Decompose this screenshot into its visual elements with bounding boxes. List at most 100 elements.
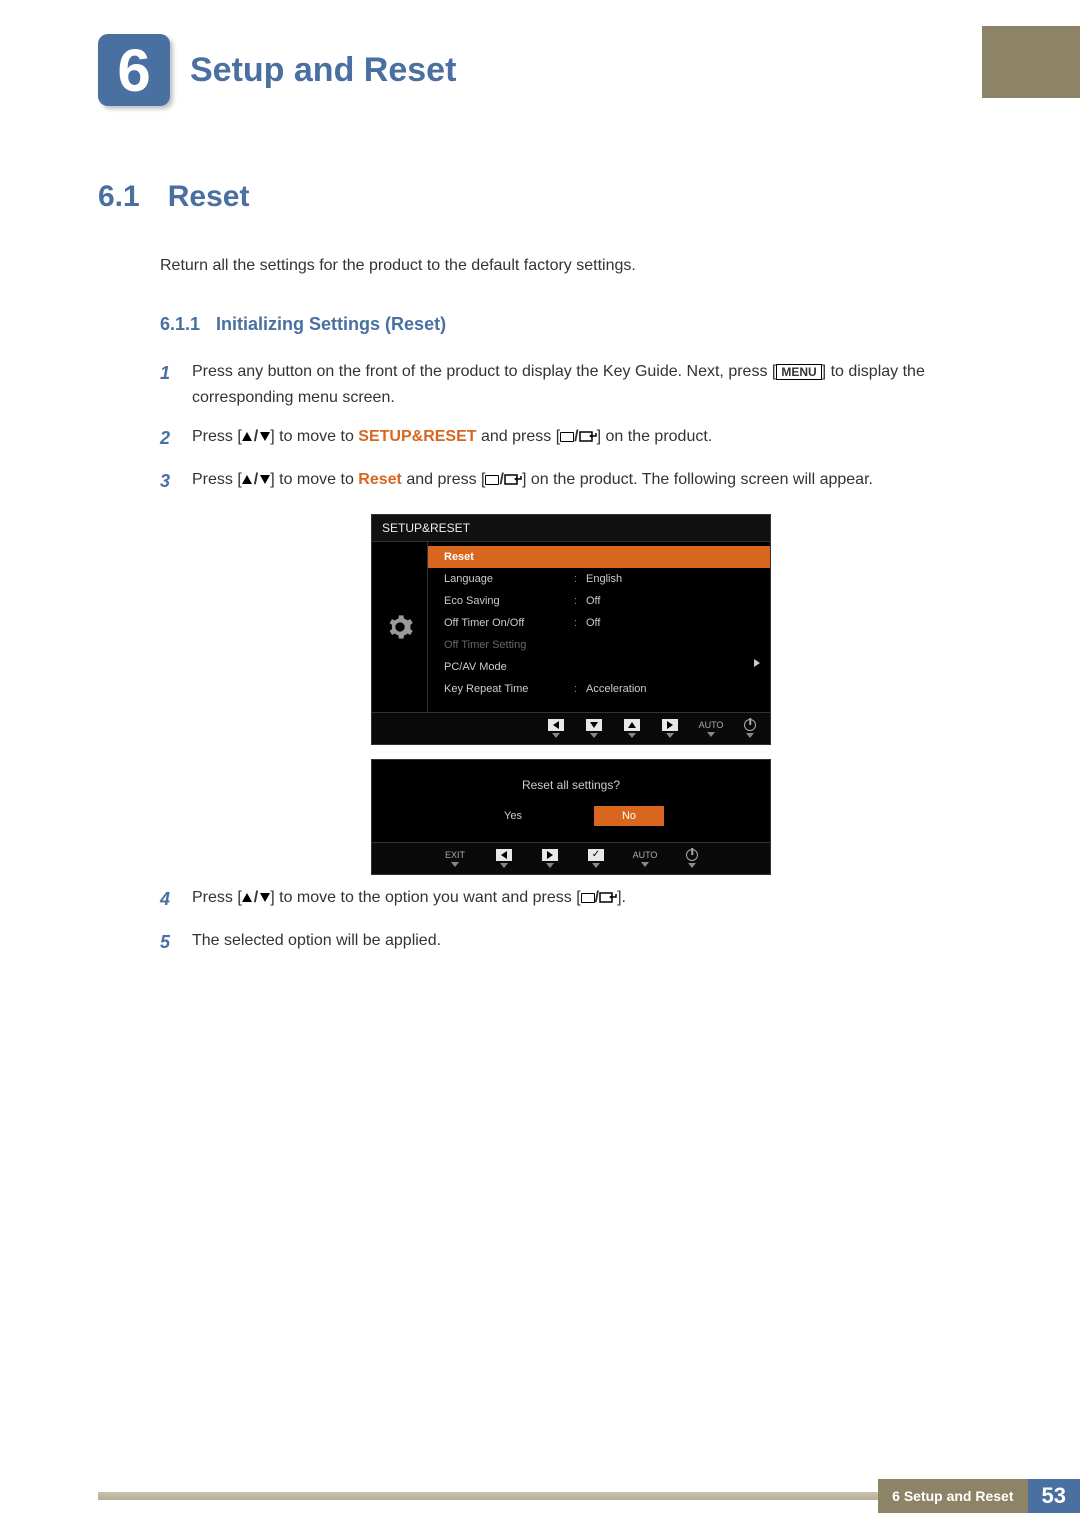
osd-menu: Reset Language : English Eco Saving : Of… xyxy=(428,542,770,712)
up-down-arrows-icon: / xyxy=(242,424,270,450)
osd-item-label: Off Timer Setting xyxy=(444,639,574,651)
text-fragment: and press [ xyxy=(402,471,486,488)
step-number: 5 xyxy=(160,928,176,957)
dialog-no-button: No xyxy=(594,806,664,826)
step-number: 3 xyxy=(160,467,176,496)
text-fragment: ] to move to the option you want and pre… xyxy=(270,889,580,906)
osd-menu-item-pcav: PC/AV Mode xyxy=(444,656,760,678)
step-2: 2 Press [/] to move to SETUP&RESET and p… xyxy=(160,424,982,453)
text-fragment: Press any button on the front of the pro… xyxy=(192,363,776,380)
osd-menu-item-offtimersetting: Off Timer Setting xyxy=(444,634,760,656)
osd-item-label: Language xyxy=(444,573,574,585)
source-icon xyxy=(560,432,574,442)
osd-item-label: Key Repeat Time xyxy=(444,683,574,695)
text-fragment: ] to move to xyxy=(270,428,358,445)
nav-auto-label: AUTO xyxy=(696,720,726,737)
step-text: Press any button on the front of the pro… xyxy=(192,359,982,410)
osd-item-value: Acceleration xyxy=(586,683,760,695)
menu-button-icon: MENU xyxy=(776,364,821,380)
chapter-header: 6 Setup and Reset xyxy=(98,26,982,114)
section-intro: Return all the settings for the product … xyxy=(160,254,982,278)
step-text: Press [/] to move to the option you want… xyxy=(192,885,982,914)
osd-menu-item-keyrepeat: Key Repeat Time : Acceleration xyxy=(444,678,760,700)
subsection-title: Initializing Settings (Reset) xyxy=(216,314,446,335)
step-number: 1 xyxy=(160,359,176,410)
steps-list: 1 Press any button on the front of the p… xyxy=(160,359,982,956)
dialog-yes-button: Yes xyxy=(478,806,548,826)
osd-icon-column xyxy=(372,542,428,712)
nav-enter-icon xyxy=(584,849,608,868)
page-content: 6.1 Reset Return all the settings for th… xyxy=(98,180,982,970)
osd-menu-item-language: Language : English xyxy=(444,568,760,590)
step-text: Press [/] to move to SETUP&RESET and pre… xyxy=(192,424,982,453)
source-icon xyxy=(581,893,595,903)
osd-item-label: Off Timer On/Off xyxy=(444,617,574,629)
osd-item-value: Off xyxy=(586,617,760,629)
osd-colon: : xyxy=(574,617,586,629)
osd-menu-item-offtimer: Off Timer On/Off : Off xyxy=(444,612,760,634)
osd-nav-bar: AUTO xyxy=(372,712,770,744)
footer-chapter-label: 6 Setup and Reset xyxy=(878,1479,1027,1513)
chapter-title: Setup and Reset xyxy=(190,51,456,90)
osd-menu-item-eco: Eco Saving : Off xyxy=(444,590,760,612)
page-footer: 6 Setup and Reset 53 xyxy=(98,1479,1080,1513)
up-down-arrows-icon: / xyxy=(242,885,270,911)
section-title: Reset xyxy=(168,180,250,214)
highlight-setupreset: SETUP&RESET xyxy=(358,428,476,445)
osd-colon: : xyxy=(574,573,586,585)
up-down-arrows-icon: / xyxy=(242,467,270,493)
text-fragment: ] on the product. xyxy=(597,428,713,445)
nav-down-icon xyxy=(582,719,606,738)
osd-item-value: English xyxy=(586,573,760,585)
step-4: 4 Press [/] to move to the option you wa… xyxy=(160,885,982,914)
text-fragment: Press [ xyxy=(192,889,242,906)
step-5: 5 The selected option will be applied. xyxy=(160,928,982,957)
footer-bar xyxy=(98,1492,878,1500)
nav-power-icon xyxy=(740,719,760,738)
osd-item-label: PC/AV Mode xyxy=(444,661,574,673)
osd-item-label: Reset xyxy=(444,551,574,563)
highlight-reset: Reset xyxy=(358,471,402,488)
dialog-question: Reset all settings? xyxy=(372,760,770,806)
nav-left-icon xyxy=(492,849,516,868)
submenu-caret-icon xyxy=(754,658,760,670)
osd-illustration: SETUP&RESET Reset Language : xyxy=(371,514,771,875)
nav-right-icon xyxy=(538,849,562,868)
text-fragment: ] on the product. The following screen w… xyxy=(522,471,873,488)
header-accent-block xyxy=(982,26,1080,98)
nav-exit-label: EXIT xyxy=(440,850,470,867)
footer-page-number: 53 xyxy=(1028,1479,1080,1513)
enter-icon xyxy=(599,892,617,904)
osd-colon: : xyxy=(574,683,586,695)
step-number: 2 xyxy=(160,424,176,453)
subsection-heading: 6.1.1 Initializing Settings (Reset) xyxy=(160,314,982,335)
step-text: Press [/] to move to Reset and press [/]… xyxy=(192,467,982,496)
nav-up-icon xyxy=(620,719,644,738)
dialog-nav-bar: EXIT AUTO xyxy=(372,842,770,874)
text-fragment: Press [ xyxy=(192,428,242,445)
step-text: The selected option will be applied. xyxy=(192,928,982,957)
subsection-number: 6.1.1 xyxy=(160,314,200,335)
osd-menu-item-reset: Reset xyxy=(428,546,770,568)
nav-power-icon xyxy=(682,849,702,868)
osd-body: Reset Language : English Eco Saving : Of… xyxy=(372,542,770,712)
text-fragment: ] to move to xyxy=(270,471,358,488)
osd-item-value: Off xyxy=(586,595,760,607)
osd-panel: SETUP&RESET Reset Language : xyxy=(371,514,771,745)
osd-item-label: Eco Saving xyxy=(444,595,574,607)
enter-icon xyxy=(504,474,522,486)
osd-colon: : xyxy=(574,595,586,607)
confirm-dialog: Reset all settings? Yes No EXIT AUTO xyxy=(371,759,771,875)
enter-icon xyxy=(579,431,597,443)
osd-title: SETUP&RESET xyxy=(372,515,770,542)
nav-right-icon xyxy=(658,719,682,738)
step-1: 1 Press any button on the front of the p… xyxy=(160,359,982,410)
section-heading: 6.1 Reset xyxy=(98,180,982,214)
text-fragment: Press [ xyxy=(192,471,242,488)
section-number: 6.1 xyxy=(98,180,140,214)
source-icon xyxy=(485,475,499,485)
text-fragment: ]. xyxy=(617,889,626,906)
nav-left-icon xyxy=(544,719,568,738)
nav-auto-label: AUTO xyxy=(630,850,660,867)
step-number: 4 xyxy=(160,885,176,914)
